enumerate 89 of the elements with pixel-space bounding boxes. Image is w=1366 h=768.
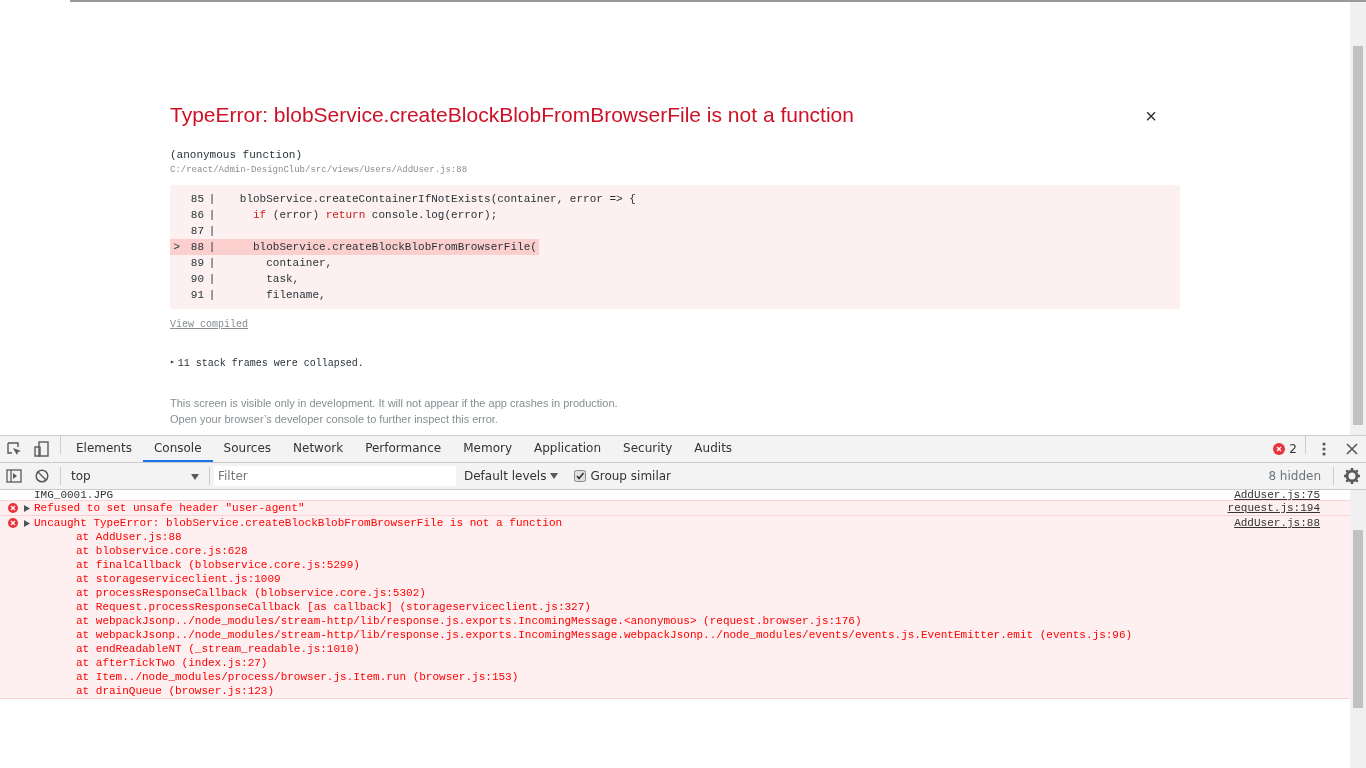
devtools-tab[interactable]: Memory xyxy=(452,436,523,462)
source-link[interactable]: request.browser.js:176 xyxy=(709,615,855,627)
error-icon xyxy=(8,518,18,529)
devtools-tab[interactable]: Performance xyxy=(354,436,453,462)
line-gutter: | xyxy=(207,288,217,304)
settings-icon[interactable] xyxy=(1344,468,1360,484)
levels-dropdown[interactable]: Default levels xyxy=(464,467,559,485)
code-text: task, xyxy=(265,272,300,288)
stack-frame: at endReadableNT (_stream_readable.js:1010) xyxy=(34,642,1235,656)
inspect-icon[interactable] xyxy=(6,441,22,457)
more-menu-icon[interactable] xyxy=(1322,442,1326,456)
view-compiled-link[interactable]: View compiled xyxy=(170,317,248,333)
source-link[interactable]: browser.js:153 xyxy=(419,671,512,683)
footer-text: This screen is visible only in development. It will not appear if the app crashes in production. xyxy=(170,396,619,412)
line-number: 86 xyxy=(189,208,204,224)
line-gutter: | xyxy=(207,208,217,224)
stack-frame: at Request.processResponseCallback [as callback] (storageserviceclient.js:327) xyxy=(34,600,1235,614)
device-icon[interactable] xyxy=(34,441,50,457)
code-text: filename, xyxy=(265,288,326,304)
error-message: Uncaught TypeError: blobService.createBlockBlobFromBrowserFile is not a function xyxy=(34,516,564,530)
error-title: TypeError: blobService.createBlockBlobFromBrowserFile is not a function xyxy=(170,102,854,128)
devtools-tab[interactable]: Network xyxy=(282,436,355,462)
file-path: C:/react/Admin-DesignClub/src/views/Users/AddUser.js:88 xyxy=(170,163,469,177)
line-gutter: | xyxy=(207,240,217,256)
stack-frame: at blobservice.core.js:628 xyxy=(34,544,1235,558)
source-link[interactable]: storageserviceclient.js:1009 xyxy=(95,573,281,585)
devtools-tab[interactable]: Security xyxy=(612,436,684,462)
dropdown-caret-icon xyxy=(550,473,559,479)
devtools-tab[interactable]: Application xyxy=(523,436,613,462)
source-link[interactable]: storageserviceclient.js:327 xyxy=(406,601,585,613)
stack-frame: at finalCallback (blobservice.core.js:5299) xyxy=(34,558,1235,572)
error-count[interactable]: 2 xyxy=(1289,440,1297,458)
filter-field[interactable]: Filter xyxy=(214,466,456,486)
line-gutter: | xyxy=(207,272,217,288)
source-link[interactable]: index.js:27 xyxy=(188,657,261,669)
close-button[interactable]: × xyxy=(1139,105,1163,127)
stack-frame: at afterTickTwo (index.js:27) xyxy=(34,656,1235,670)
line-number: 87 xyxy=(189,224,204,240)
error-message: Refused to set unsafe header "user-agent" xyxy=(34,501,306,515)
scrollbar[interactable] xyxy=(1350,490,1366,768)
stack-frame: at processResponseCallback (blobservice.core.js:5302) xyxy=(34,586,1235,600)
line-number: 88 xyxy=(189,240,204,256)
line-number: 91 xyxy=(189,288,204,304)
footer-text: Open your browser’s developer console to further inspect this error. xyxy=(170,412,499,428)
stack-frame: at webpackJsonp../node_modules/stream-http/lib/response.js.exports.IncomingMessage.<anonymous> (request.browser.js:176) xyxy=(34,614,1235,628)
source-link[interactable]: blobservice.core.js:5302 xyxy=(260,587,420,599)
checkbox-label[interactable]: Group similar xyxy=(590,467,672,485)
source-link[interactable]: _stream_readable.js:1010 xyxy=(194,643,354,655)
line-gutter: | xyxy=(207,224,217,240)
line-number: 85 xyxy=(189,192,204,208)
sidebar-toggle-icon[interactable] xyxy=(6,469,22,483)
line-number: 90 xyxy=(189,272,204,288)
hidden-count: 8 hidden xyxy=(1267,468,1322,485)
checkbox[interactable] xyxy=(574,470,587,482)
source-link[interactable]: request.js:194 xyxy=(1227,501,1320,515)
devtools-tab[interactable]: Audits xyxy=(683,436,744,462)
source-link[interactable]: AddUser.js:75 xyxy=(1234,490,1320,500)
clear-console-icon[interactable] xyxy=(35,469,49,483)
collapsed-frames-toggle[interactable]: 11 stack frames were collapsed. xyxy=(177,356,364,372)
devtools-tab[interactable]: Sources xyxy=(212,436,283,462)
dropdown-caret-icon xyxy=(191,473,199,480)
error-icon xyxy=(8,503,18,514)
line-gutter: | xyxy=(207,256,217,272)
code-text: if (error) return console.log(error); xyxy=(252,208,498,224)
stack-frame: at Item../node_modules/process/browser.js.Item.run (browser.js:153) xyxy=(34,670,1235,684)
source-link[interactable]: browser.js:123 xyxy=(175,685,268,697)
line-gutter: | xyxy=(207,192,217,208)
stack-frame: at storageserviceclient.js:1009 xyxy=(34,572,1235,586)
function-name: (anonymous function) xyxy=(170,148,304,164)
stack-frame: at AddUser.js:88 xyxy=(34,530,1235,544)
log-message: IMG_0001.JPG xyxy=(34,490,115,500)
context-selector[interactable]: top xyxy=(65,467,205,485)
code-text: container, xyxy=(265,256,333,272)
source-link[interactable]: AddUser.js:88 xyxy=(1234,516,1320,698)
source-link[interactable]: AddUser.js:88 xyxy=(95,531,182,543)
stack-frame: at drainQueue (browser.js:123) xyxy=(34,684,1235,698)
line-number: 89 xyxy=(189,256,204,272)
scrollbar[interactable] xyxy=(1350,2,1366,435)
error-icon xyxy=(1273,443,1286,455)
line-marker: > xyxy=(172,240,180,256)
source-link[interactable]: blobservice.core.js:5299 xyxy=(194,559,354,571)
expand-triangle-icon[interactable]: ▸ xyxy=(170,356,175,372)
code-text: blobService.createContainerIfNotExists(container, error => { xyxy=(238,192,636,208)
devtools-tab[interactable]: Elements xyxy=(65,436,143,462)
source-link[interactable]: blobservice.core.js:628 xyxy=(95,545,248,557)
close-icon[interactable] xyxy=(1346,443,1358,455)
code-text: blobService.createBlockBlobFromBrowserFile( xyxy=(252,240,537,256)
stack-frame: at webpackJsonp../node_modules/stream-http/lib/response.js.exports.IncomingMessage.webpackJsonp../node_modules/events/events.js.EventEmitter.emit (events.js:96) xyxy=(34,628,1235,642)
source-link[interactable]: events.js:96 xyxy=(1046,629,1126,641)
